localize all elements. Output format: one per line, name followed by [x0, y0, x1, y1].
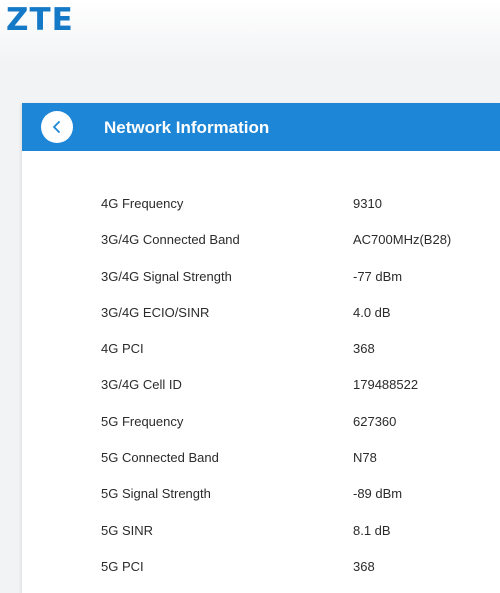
info-row-5g-signal-strength: 5G Signal Strength -89 dBm [22, 476, 500, 512]
info-label: 5G SINR [101, 522, 154, 538]
network-info-panel: Network Information 4G Frequency 9310 3G… [22, 103, 500, 593]
info-value: 8.1 dB [353, 522, 391, 538]
info-value: AC700MHz(B28) [353, 232, 452, 248]
info-value: 179488522 [353, 377, 419, 393]
info-value: 627360 [353, 413, 397, 429]
info-label: 3G/4G Cell ID [101, 377, 182, 393]
info-label: 4G Frequency [101, 196, 184, 211]
info-label: 5G Frequency [101, 413, 184, 429]
zte-logo[interactable]: ZTE [6, 2, 74, 38]
top-bar: ZTE [0, 0, 500, 60]
info-value: N78 [353, 450, 377, 466]
info-label: 4G PCI [101, 341, 144, 357]
info-row-5g-sinr: 5G SINR 8.1 dB [22, 513, 500, 549]
info-label: 5G PCI [101, 558, 144, 574]
info-label: 5G Signal Strength [101, 486, 211, 502]
info-row-4g-pci: 4G PCI 368 [22, 331, 500, 367]
info-row-5g-pci: 5G PCI 368 [22, 549, 500, 585]
info-row-5g-connected-band: 5G Connected Band N78 [22, 440, 500, 476]
info-row-3g4g-ecio-sinr: 3G/4G ECIO/SINR 4.0 dB [22, 295, 500, 331]
info-value: 9310 [353, 196, 382, 211]
page-title: Network Information [104, 118, 270, 137]
info-value: 368 [353, 558, 375, 574]
info-label: 3G/4G Signal Strength [101, 268, 232, 284]
info-row-3g4g-connected-band: 3G/4G Connected Band AC700MHz(B28) [22, 222, 500, 258]
info-row-3g4g-cell-id: 3G/4G Cell ID 179488522 [22, 367, 500, 403]
info-row-3g4g-signal-strength: 3G/4G Signal Strength -77 dBm [22, 259, 500, 295]
info-label: 5G Connected Band [101, 450, 219, 466]
info-list: 4G Frequency 9310 3G/4G Connected Band A… [22, 186, 500, 585]
panel-header: Network Information [22, 103, 500, 151]
back-button[interactable] [41, 111, 73, 143]
info-row-4g-frequency: 4G Frequency 9310 [22, 186, 500, 222]
info-row-5g-frequency: 5G Frequency 627360 [22, 404, 500, 440]
chevron-left-icon [53, 121, 60, 133]
info-value: -77 dBm [353, 268, 403, 284]
info-value: 368 [353, 341, 375, 357]
info-label: 3G/4G ECIO/SINR [101, 304, 210, 320]
info-value: -89 dBm [353, 486, 403, 502]
info-value: 4.0 dB [353, 304, 391, 320]
info-label: 3G/4G Connected Band [101, 232, 240, 248]
